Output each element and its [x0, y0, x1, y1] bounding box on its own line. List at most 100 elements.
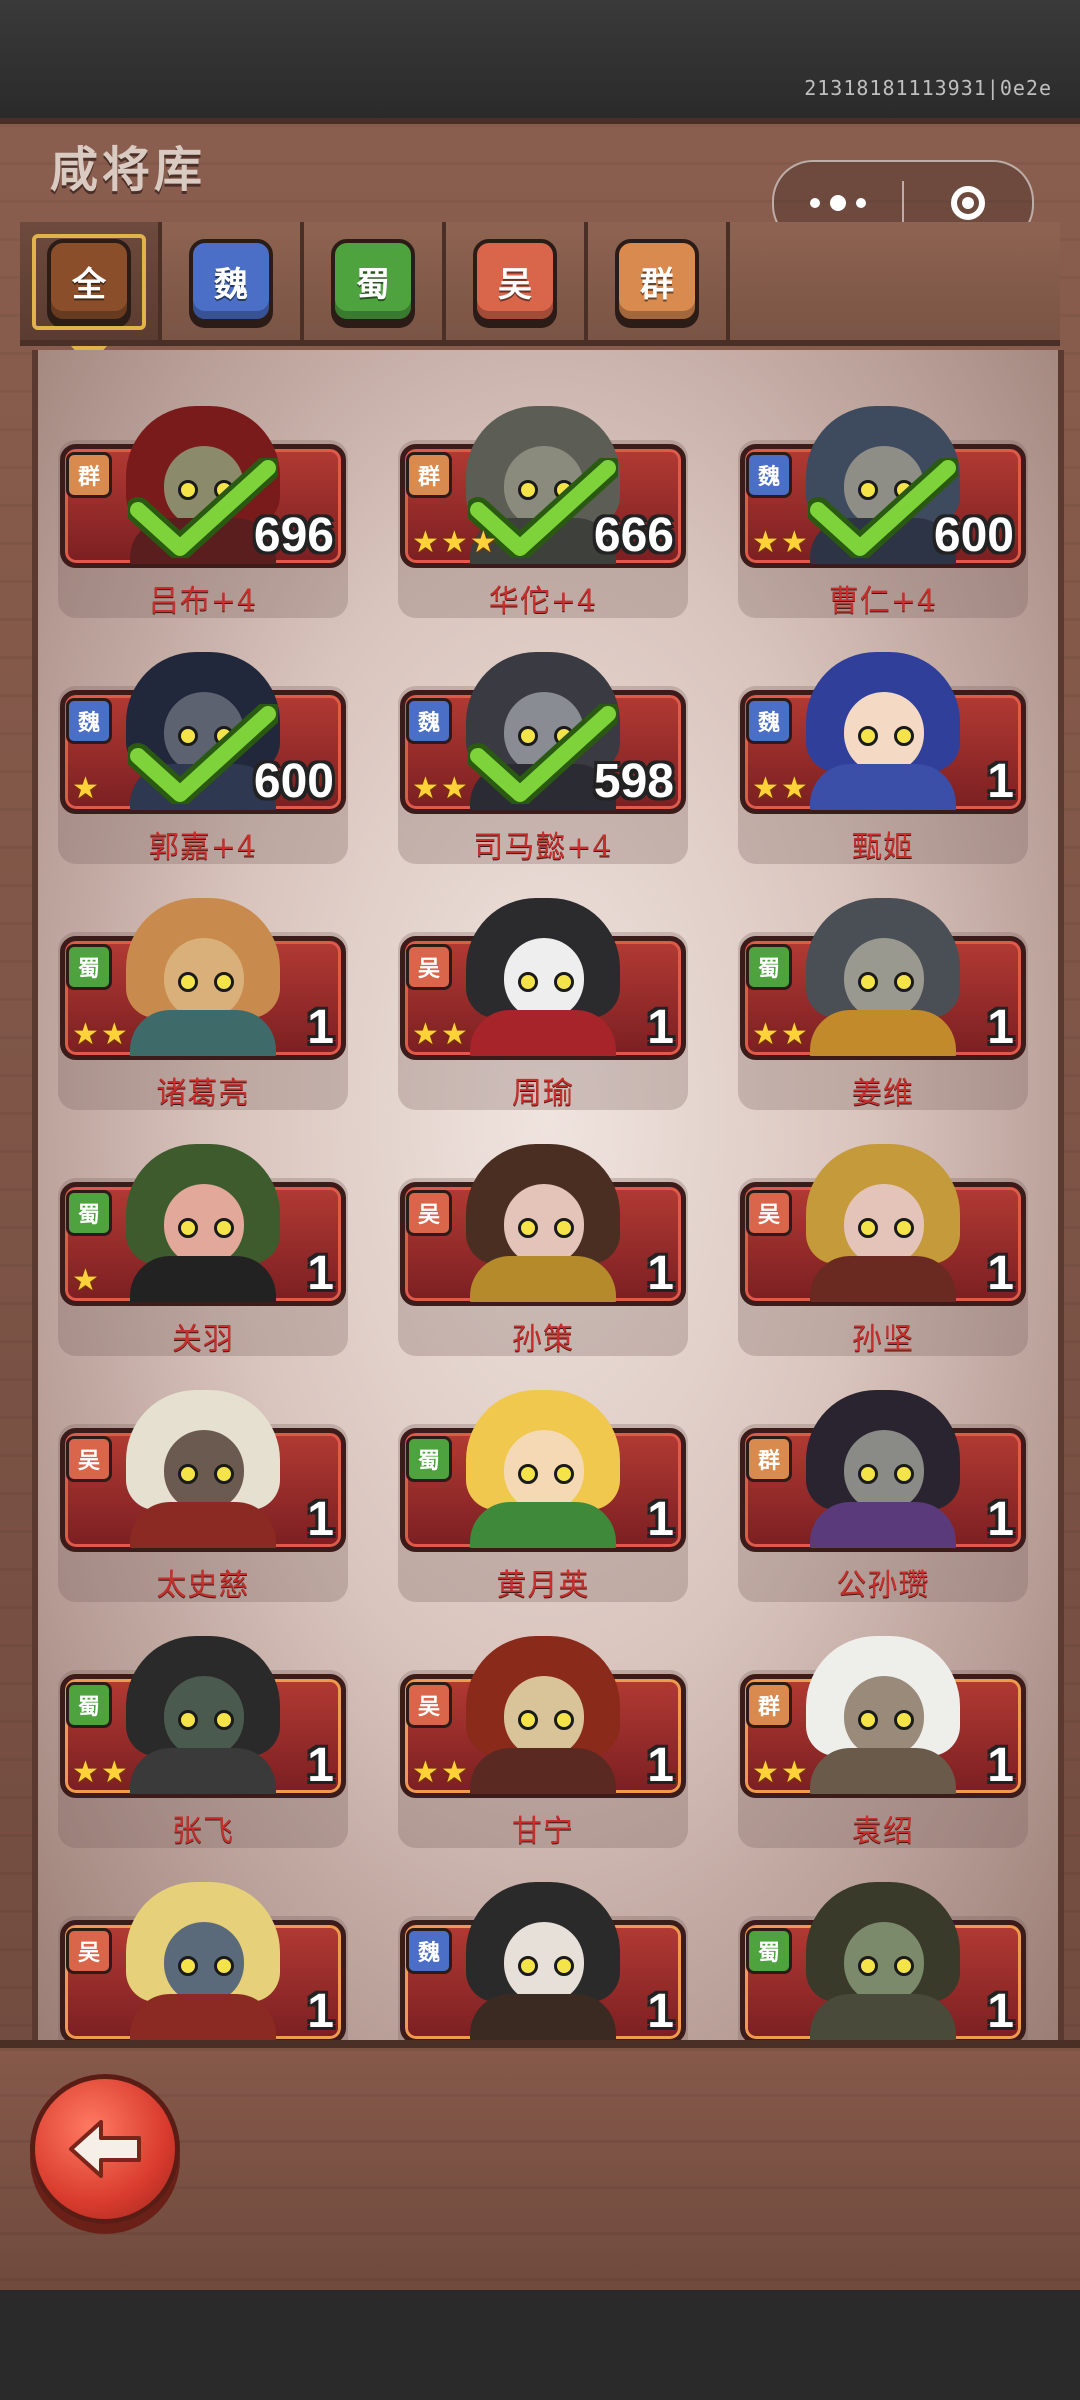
portrait-eye — [214, 1464, 234, 1484]
general-portrait — [116, 892, 290, 1056]
star-icon: ★ — [752, 1755, 779, 1790]
general-name: 公孙瓒 — [836, 1568, 930, 1603]
back-button[interactable] — [30, 2074, 180, 2224]
portrait-eye — [894, 1956, 914, 1976]
general-card[interactable]: 魏 ★ ★ 1 甄姬 — [738, 646, 1028, 866]
star-icon: ★ — [469, 525, 497, 560]
star-rating: ★ ★ — [72, 1020, 128, 1050]
general-card[interactable]: 魏1 — [398, 1876, 688, 2040]
general-card[interactable]: 蜀 ★ ★ 1 姜维 — [738, 892, 1028, 1112]
general-card[interactable]: 吴 ★ ★ 1 甘宁 — [398, 1630, 688, 1850]
general-card[interactable]: 蜀1 — [738, 1876, 1028, 2040]
fragment-count: 1 — [307, 1001, 334, 1054]
general-name: 郭嘉+4 — [148, 830, 258, 865]
general-card[interactable]: 吴 ★ ★ 1 周瑜 — [398, 892, 688, 1112]
general-card[interactable]: 魏 ★ ★ 598 司马懿+4 — [398, 646, 688, 866]
fragment-count: 1 — [307, 1985, 334, 2038]
portrait-body — [130, 1010, 276, 1056]
tab-wu[interactable]: 吴 — [446, 222, 588, 346]
general-card[interactable]: 吴1 — [58, 1876, 348, 2040]
general-name: 甄姬 — [852, 830, 914, 865]
star-rating: ★ ★ — [752, 1020, 808, 1050]
general-card[interactable]: 魏 ★ ★ 600 曹仁+4 — [738, 400, 1028, 620]
general-portrait — [116, 1138, 290, 1302]
star-icon: ★ — [440, 1755, 468, 1790]
portrait-eye — [858, 1218, 878, 1238]
general-name: 袁绍 — [852, 1814, 914, 1849]
portrait-eye — [518, 1464, 538, 1484]
back-arrow-icon — [69, 2120, 141, 2178]
fragment-count: 1 — [647, 1247, 674, 1300]
general-card[interactable]: 蜀 ★ 1 关羽 — [58, 1138, 348, 1358]
star-rating: ★ ★ ★ — [412, 528, 497, 558]
general-name: 姜维 — [852, 1076, 914, 1111]
fragment-count: 1 — [647, 1739, 674, 1792]
faction-badge: 蜀 — [746, 944, 792, 990]
tab-selection-frame — [32, 234, 146, 330]
portrait-eye — [858, 1464, 878, 1484]
general-card[interactable]: 吴 1 孙坚 — [738, 1138, 1028, 1358]
fragment-count: 1 — [987, 755, 1014, 808]
general-portrait — [456, 1138, 630, 1302]
portrait-eye — [518, 1218, 538, 1238]
portrait-eye — [554, 972, 574, 992]
portrait-eye — [214, 1710, 234, 1730]
tab-label: 群 — [615, 239, 699, 323]
portrait-eye — [178, 1710, 198, 1730]
fragment-count: 1 — [647, 1001, 674, 1054]
general-card[interactable]: 吴 1 太史慈 — [58, 1384, 348, 1604]
general-card[interactable]: 魏 ★ 600 郭嘉+4 — [58, 646, 348, 866]
general-card[interactable]: 群 1 公孙瓒 — [738, 1384, 1028, 1604]
portrait-eye — [858, 1710, 878, 1730]
general-portrait — [796, 1384, 970, 1548]
faction-badge: 吴 — [406, 944, 452, 990]
star-rating: ★ — [72, 1266, 99, 1296]
general-portrait — [796, 892, 970, 1056]
portrait-body — [130, 1748, 276, 1794]
general-card[interactable]: 蜀 ★ ★ 1 张飞 — [58, 1630, 348, 1850]
tab-all[interactable]: 全 — [20, 222, 162, 366]
tab-label: 魏 — [189, 239, 273, 323]
general-card[interactable]: 蜀 1 黄月英 — [398, 1384, 688, 1604]
portrait-eye — [554, 1956, 574, 1976]
fragment-count: 1 — [987, 1001, 1014, 1054]
general-name: 黄月英 — [496, 1568, 590, 1603]
star-icon: ★ — [752, 771, 779, 806]
fragment-count: 1 — [987, 1493, 1014, 1546]
portrait-eye — [518, 1956, 538, 1976]
tab-qun[interactable]: 群 — [588, 222, 730, 346]
star-rating: ★ ★ — [412, 1020, 468, 1050]
star-icon: ★ — [780, 1017, 808, 1052]
close-miniprogram-button[interactable] — [904, 186, 1032, 220]
portrait-body — [470, 1994, 616, 2040]
more-button[interactable] — [774, 195, 902, 211]
tab-wei[interactable]: 魏 — [162, 222, 304, 346]
general-card[interactable]: 群 696 吕布+4 — [58, 400, 348, 620]
portrait-eye — [178, 972, 198, 992]
portrait-body — [470, 1748, 616, 1794]
portrait-body — [470, 1256, 616, 1302]
general-card[interactable]: 群 ★ ★ 1 袁绍 — [738, 1630, 1028, 1850]
faction-badge: 蜀 — [66, 1682, 112, 1728]
star-icon: ★ — [100, 1017, 128, 1052]
general-name: 甘宁 — [512, 1814, 574, 1849]
general-name: 孙策 — [512, 1322, 574, 1357]
faction-badge: 魏 — [406, 698, 452, 744]
general-card[interactable]: 蜀 ★ ★ 1 诸葛亮 — [58, 892, 348, 1112]
faction-badge: 群 — [746, 1436, 792, 1482]
system-nav-bar — [0, 2290, 1080, 2400]
general-portrait — [456, 1384, 630, 1548]
portrait-body — [810, 764, 956, 810]
star-icon: ★ — [412, 525, 439, 560]
faction-badge: 吴 — [66, 1436, 112, 1482]
general-name: 孙坚 — [852, 1322, 914, 1357]
portrait-eye — [894, 726, 914, 746]
general-list-panel[interactable]: 群 696 吕布+4 群 ★ ★ ★ 666 华佗+4 魏 ★ ★ 600 曹仁+4 魏 ★ 600 郭嘉+4 魏 ★… — [32, 350, 1064, 2046]
general-card[interactable]: 吴 1 孙策 — [398, 1138, 688, 1358]
faction-badge: 吴 — [406, 1190, 452, 1236]
general-card[interactable]: 群 ★ ★ ★ 666 华佗+4 — [398, 400, 688, 620]
more-dot-icon — [810, 198, 820, 208]
tab-shu[interactable]: 蜀 — [304, 222, 446, 346]
fragment-count: 1 — [647, 1985, 674, 2038]
faction-badge: 魏 — [746, 452, 792, 498]
